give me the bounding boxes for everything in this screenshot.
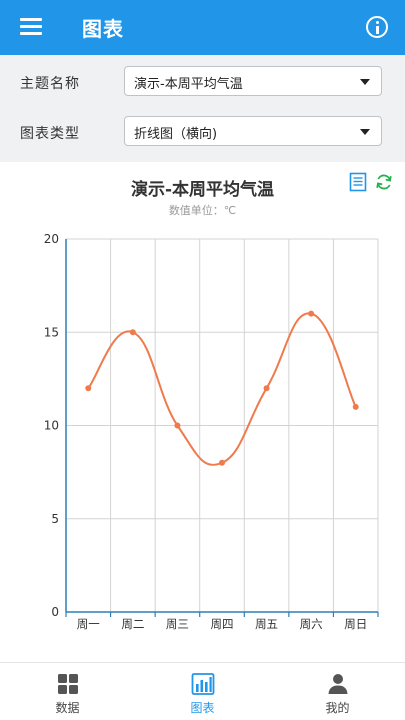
x-tick-label: 周三	[166, 617, 189, 631]
chevron-down-icon	[360, 129, 370, 135]
x-tick-label: 周四	[211, 617, 234, 631]
y-tick-label: 5	[51, 512, 59, 526]
x-tick-label: 周六	[300, 617, 323, 631]
x-tick-label: 周二	[121, 617, 144, 631]
data-point	[219, 459, 225, 466]
chart-type-select[interactable]: 折线图（横向)	[124, 116, 382, 146]
topic-select[interactable]: 演示-本周平均气温	[124, 66, 382, 96]
data-point	[308, 310, 315, 317]
chart-type-select-value: 折线图（横向)	[134, 127, 218, 142]
hamburger-menu-icon[interactable]	[20, 16, 44, 38]
nav-item-chart[interactable]: 图表	[135, 663, 270, 720]
x-tick-label: 周五	[255, 617, 278, 631]
y-tick-label: 10	[44, 419, 59, 433]
x-tick-label: 周一	[77, 617, 100, 631]
app-root: 图表 主题名称 演示-本周平均气温 图表类型 折线图（横向) 演示-本周平均气温…	[0, 0, 405, 720]
info-circle-icon[interactable]	[366, 16, 388, 38]
grid-icon	[58, 674, 78, 694]
data-point	[352, 403, 359, 410]
nav-label-data: 数据	[55, 701, 80, 715]
y-tick-label: 0	[51, 605, 59, 619]
nav-label-chart: 图表	[190, 701, 215, 715]
page-title: 图表	[82, 17, 124, 41]
data-point	[129, 329, 136, 336]
data-point	[85, 385, 92, 392]
chart-panel: 演示-本周平均气温 数值单位：℃ 0 5 10 15 20 周一 周二 周三 周四 周五 周六 周日	[0, 162, 405, 662]
chevron-down-icon	[360, 79, 370, 85]
data-point	[174, 422, 181, 429]
data-point	[263, 385, 270, 392]
line-chart-plot: 0 5 10 15 20 周一 周二 周三 周四 周五 周六 周日	[44, 232, 379, 631]
person-icon	[328, 674, 348, 694]
nav-item-profile[interactable]: 我的	[270, 663, 405, 720]
bottom-navigation: 数据 图表 我的	[0, 662, 405, 720]
y-tick-label: 20	[44, 232, 59, 246]
nav-label-profile: 我的	[325, 701, 350, 715]
chart-type-label: 图表类型	[20, 126, 80, 142]
nav-item-data[interactable]: 数据	[0, 663, 135, 720]
topic-label: 主题名称	[20, 76, 80, 92]
topic-select-value: 演示-本周平均气温	[134, 77, 243, 92]
top-app-bar: 图表	[0, 0, 405, 55]
x-tick-label: 周日	[344, 617, 367, 631]
series-line	[87, 312, 357, 466]
chart-options-form: 主题名称 演示-本周平均气温 图表类型 折线图（横向)	[0, 55, 405, 162]
y-tick-label: 15	[44, 325, 59, 339]
bar-chart-icon	[191, 673, 215, 695]
